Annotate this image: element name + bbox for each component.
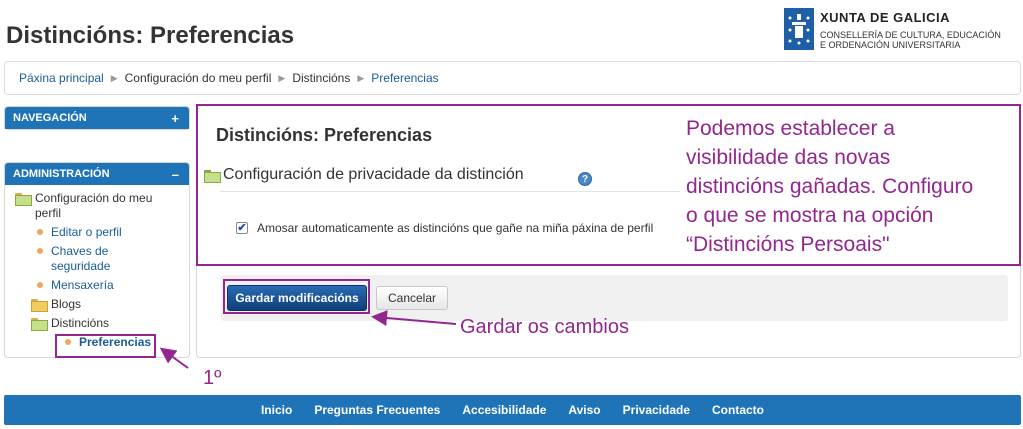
xunta-logo[interactable]: XUNTA DE GALICIA CONSELLERÍA DE CULTURA,… xyxy=(784,8,1020,52)
administration-block-header[interactable]: ADMINISTRACIÓN – xyxy=(5,163,189,185)
breadcrumb-home-link[interactable]: Páxina principal xyxy=(19,71,104,85)
annotation-main-line5: “Distincións Persoais" xyxy=(686,233,890,256)
footer-link-notice[interactable]: Aviso xyxy=(568,403,600,417)
annotation-main-line4: o que se mostra na opción xyxy=(686,204,934,227)
bullet-icon xyxy=(37,282,43,288)
logo-subtitle: CONSELLERÍA DE CULTURA, EDUCACIÓN E ORDE… xyxy=(820,30,1020,50)
bullet-icon xyxy=(37,229,43,235)
folder-open-icon xyxy=(31,318,48,331)
xunta-emblem-icon xyxy=(784,8,814,50)
tree-item-edit-profile[interactable]: Editar o perfil xyxy=(15,225,185,240)
administration-block-title: ADMINISTRACIÓN xyxy=(13,168,110,180)
folder-open-icon xyxy=(15,193,32,206)
annotation-main-line2: visibilidade das novas xyxy=(686,146,891,169)
breadcrumb-preferences-link[interactable]: Preferencias xyxy=(371,71,438,85)
annotation-main-note: Podemos establecer a visibilidade das no… xyxy=(686,114,1020,259)
distinctions-label: Distincións xyxy=(51,316,110,330)
annotation-save-note: Gardar os cambios xyxy=(460,316,629,338)
annotation-step-note: 1º xyxy=(203,367,222,389)
administration-tree: Configuración do meu perfil Editar o per… xyxy=(5,185,189,350)
annotation-main-line1: Podemos establecer a xyxy=(686,117,895,140)
bullet-icon xyxy=(37,248,43,254)
navigation-block-title: NAVEGACIÓN xyxy=(13,112,87,124)
tree-item-distinctions[interactable]: Distincións xyxy=(15,316,185,331)
folder-icon xyxy=(31,299,48,312)
tree-item-label-line2: perfil xyxy=(35,206,62,220)
edit-profile-link[interactable]: Editar o perfil xyxy=(51,225,122,240)
security-keys-link[interactable]: Chaves de seguridade xyxy=(51,244,110,274)
breadcrumb-separator-icon: ▶ xyxy=(357,72,365,83)
breadcrumb: Páxina principal ▶ Configuración do meu … xyxy=(4,61,1021,95)
breadcrumb-separator-icon: ▶ xyxy=(110,72,118,83)
navigation-block: NAVEGACIÓN + xyxy=(4,106,190,130)
annotation-box-save xyxy=(223,279,370,314)
breadcrumb-distinctions[interactable]: Distincións xyxy=(292,71,350,85)
administration-block: ADMINISTRACIÓN – Configuración do meu pe… xyxy=(4,162,190,358)
tree-item-security-keys[interactable]: Chaves de seguridade xyxy=(15,244,185,274)
tree-item-label: Configuración do meu perfil xyxy=(35,191,152,221)
footer-link-contact[interactable]: Contacto xyxy=(712,403,764,417)
logo-subtitle-line2: E ORDENACIÓN UNIVERSITARIA xyxy=(820,40,961,50)
annotation-main-line3: distincións gañadas. Configuro xyxy=(686,175,974,198)
breadcrumb-profile-settings[interactable]: Configuración do meu perfil xyxy=(125,71,272,85)
logo-title: XUNTA DE GALICIA xyxy=(820,10,951,25)
breadcrumb-separator-icon: ▶ xyxy=(278,72,286,83)
cancel-button[interactable]: Cancelar xyxy=(376,286,448,310)
security-keys-line1: Chaves de xyxy=(51,244,109,258)
blogs-label: Blogs xyxy=(51,297,82,311)
tree-item-label-line1: Configuración do meu xyxy=(35,191,153,205)
expand-icon[interactable]: + xyxy=(171,111,179,126)
tree-item-messaging[interactable]: Mensaxería xyxy=(15,278,185,293)
tree-item-profile-settings[interactable]: Configuración do meu perfil xyxy=(15,191,185,221)
logo-subtitle-line1: CONSELLERÍA DE CULTURA, EDUCACIÓN xyxy=(820,30,1001,40)
security-keys-line2: seguridade xyxy=(51,259,111,273)
messaging-link[interactable]: Mensaxería xyxy=(51,278,114,293)
tree-item-blogs[interactable]: Blogs xyxy=(15,297,185,312)
collapse-icon[interactable]: – xyxy=(172,167,179,182)
page-title: Distincións: Preferencias xyxy=(6,22,295,49)
footer-link-accessibility[interactable]: Accesibilidade xyxy=(462,403,546,417)
footer: Inicio Preguntas Frecuentes Accesibilida… xyxy=(4,395,1021,425)
navigation-block-header[interactable]: NAVEGACIÓN + xyxy=(5,107,189,129)
annotation-box-preferences xyxy=(55,334,156,358)
footer-link-privacy[interactable]: Privacidade xyxy=(623,403,690,417)
footer-link-home[interactable]: Inicio xyxy=(261,403,292,417)
footer-link-faq[interactable]: Preguntas Frecuentes xyxy=(314,403,440,417)
